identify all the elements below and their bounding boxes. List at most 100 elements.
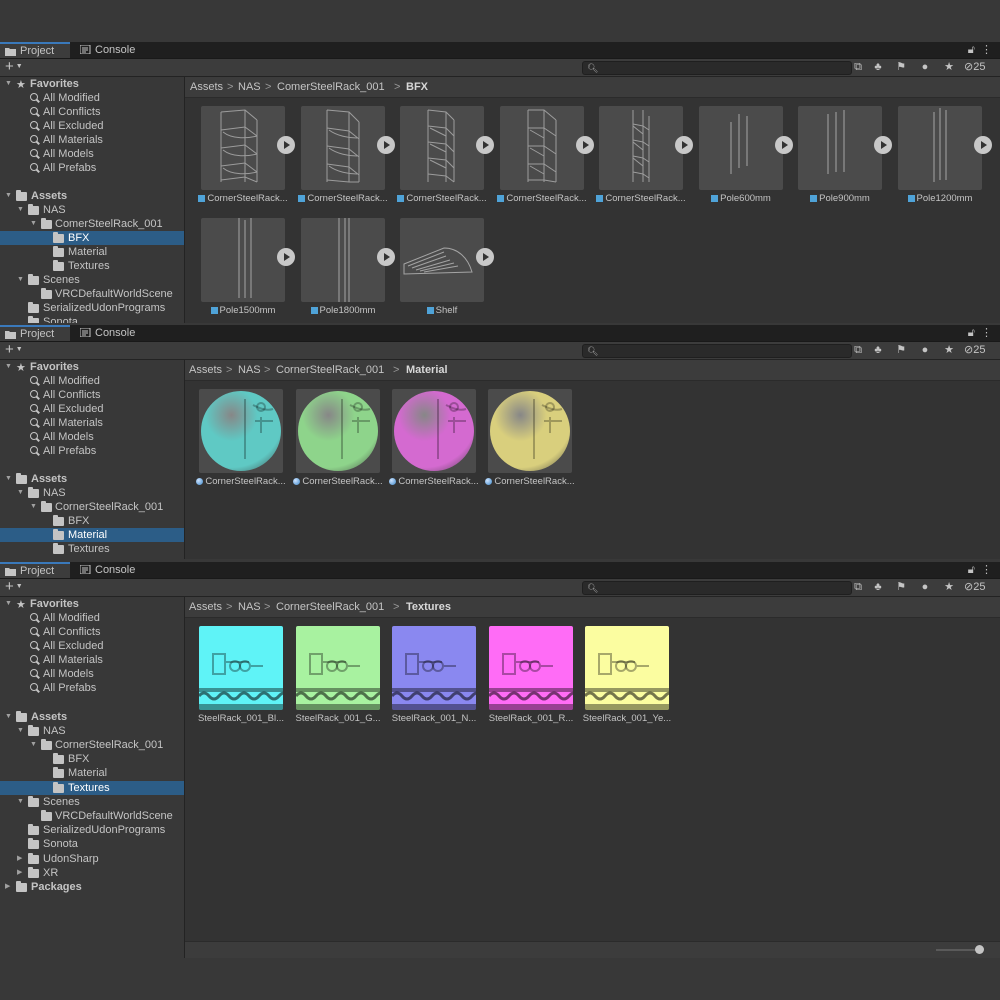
breadcrumb-item[interactable]: CornerSteelRack_001 — [276, 364, 384, 376]
hidden-packages-count[interactable]: ⊘25 — [964, 343, 985, 356]
tree-rack[interactable]: ▼ CornerSteelRack_001 — [0, 500, 184, 514]
tree-nas[interactable]: ▼ NAS — [0, 724, 184, 738]
breadcrumb-item[interactable]: Textures — [406, 601, 451, 613]
hidden-packages-count[interactable]: ⊘25 — [964, 580, 985, 593]
search-input[interactable]: 🔍︎ — [582, 581, 852, 595]
expand-arrow-icon[interactable]: ▼ — [5, 360, 13, 374]
play-preview-icon[interactable] — [476, 248, 494, 266]
tab-project[interactable]: Project — [0, 42, 70, 58]
tree-assets[interactable]: ▼ Assets — [0, 472, 184, 486]
log-types-icon[interactable]: ● — [918, 344, 932, 356]
breadcrumb-item[interactable]: BFX — [406, 81, 428, 93]
create-button[interactable]: + ▼ — [5, 342, 23, 358]
play-preview-icon[interactable] — [675, 136, 693, 154]
favorite-star-icon[interactable]: ★ — [942, 344, 956, 356]
tree-bfx[interactable]: BFX — [0, 514, 184, 528]
tree-fav-item[interactable]: All Excluded — [0, 402, 184, 416]
tab-project[interactable]: Project — [0, 325, 70, 341]
tree-fav-item[interactable]: All Models — [0, 667, 184, 681]
play-preview-icon[interactable] — [377, 248, 395, 266]
tree-fav-item[interactable]: All Prefabs — [0, 444, 184, 458]
zoom-slider[interactable] — [936, 945, 984, 954]
log-types-icon[interactable]: ● — [918, 61, 932, 73]
tab-project[interactable]: Project — [0, 562, 70, 578]
tree-rack[interactable]: ▼ CornerSteelRack_001 — [0, 738, 184, 752]
tab-console[interactable]: Console — [75, 562, 145, 578]
tree-material[interactable]: Material — [0, 245, 184, 259]
tree-scenes[interactable]: ▼ Scenes — [0, 273, 184, 287]
tree-fav-item[interactable]: All Models — [0, 430, 184, 444]
lock-icon[interactable]: 🔓︎ — [968, 564, 975, 576]
expand-arrow-icon[interactable]: ▼ — [17, 203, 25, 217]
breadcrumb-item[interactable]: Assets — [189, 601, 222, 613]
tree-fav-item[interactable]: All Modified — [0, 611, 184, 625]
filter-by-type-icon[interactable]: ♣ — [871, 344, 885, 356]
tree-scenes[interactable]: ▼ Scenes — [0, 795, 184, 809]
breadcrumb-item[interactable]: Material — [406, 364, 448, 376]
tree-fav-item[interactable]: All Conflicts — [0, 105, 184, 119]
tree-fav-item[interactable]: All Models — [0, 147, 184, 161]
tree-vrc-scene[interactable]: VRCDefaultWorldScene — [0, 809, 184, 823]
filter-by-label-icon[interactable]: ⚑ — [894, 344, 908, 356]
breadcrumb-item[interactable]: NAS — [238, 601, 261, 613]
filter-by-type-icon[interactable]: ♣ — [871, 61, 885, 73]
expand-arrow-icon[interactable]: ▼ — [17, 724, 25, 738]
favorite-star-icon[interactable]: ★ — [942, 61, 956, 73]
create-button[interactable]: + ▼ — [5, 59, 23, 75]
expand-arrow-icon[interactable]: ▼ — [30, 217, 38, 231]
search-by-type-icon[interactable]: ⧉ — [851, 344, 865, 356]
expand-arrow-icon[interactable]: ▼ — [5, 472, 13, 486]
tree-rack[interactable]: ▼ ComerSteelRack_001 — [0, 217, 184, 231]
tree-bfx[interactable]: BFX — [0, 752, 184, 766]
breadcrumb-item[interactable]: CornerSteelRack_001 — [276, 601, 384, 613]
tab-console[interactable]: Console — [75, 42, 145, 58]
tree-favorites[interactable]: ▼ ★ Favorites — [0, 597, 184, 611]
tree-xr[interactable]: ▶ XR — [0, 866, 184, 880]
tree-packages[interactable]: ▶ Packages — [0, 880, 184, 894]
tree-textures[interactable]: Textures — [0, 542, 184, 556]
lock-icon[interactable]: 🔓︎ — [968, 44, 975, 56]
play-preview-icon[interactable] — [874, 136, 892, 154]
play-preview-icon[interactable] — [377, 136, 395, 154]
tree-fav-item[interactable]: All Excluded — [0, 119, 184, 133]
tree-sonota[interactable]: Sonota — [0, 837, 184, 851]
search-by-type-icon[interactable]: ⧉ — [851, 61, 865, 73]
tree-fav-item[interactable]: All Modified — [0, 374, 184, 388]
more-menu-icon[interactable]: ⋮ — [981, 327, 992, 339]
zoom-slider-handle[interactable] — [975, 945, 984, 954]
tree-textures[interactable]: Textures — [0, 781, 184, 795]
hidden-packages-count[interactable]: ⊘25 — [964, 60, 985, 73]
expand-arrow-icon[interactable]: ▼ — [17, 795, 25, 809]
expand-arrow-icon[interactable]: ▼ — [30, 738, 38, 752]
breadcrumb-item[interactable]: NAS — [238, 81, 261, 93]
log-types-icon[interactable]: ● — [918, 581, 932, 593]
expand-arrow-icon[interactable]: ▶ — [17, 852, 25, 866]
play-preview-icon[interactable] — [476, 136, 494, 154]
breadcrumb-item[interactable]: Assets — [189, 364, 222, 376]
tree-nas[interactable]: ▼ NAS — [0, 203, 184, 217]
tree-nas[interactable]: ▼ NAS — [0, 486, 184, 500]
tree-textures[interactable]: Textures — [0, 259, 184, 273]
expand-arrow-icon[interactable]: ▼ — [17, 273, 25, 287]
tree-assets[interactable]: ▼ Assets — [0, 710, 184, 724]
tab-console[interactable]: Console — [75, 325, 145, 341]
filter-by-label-icon[interactable]: ⚑ — [894, 61, 908, 73]
breadcrumb-item[interactable]: ComerSteelRack_001 — [277, 81, 385, 93]
tree-fav-item[interactable]: All Materials — [0, 653, 184, 667]
tree-fav-item[interactable]: All Modified — [0, 91, 184, 105]
breadcrumb-item[interactable]: Assets — [190, 81, 223, 93]
filter-by-type-icon[interactable]: ♣ — [871, 581, 885, 593]
tree-fav-item[interactable]: All Excluded — [0, 639, 184, 653]
tree-assets[interactable]: ▼ Assets — [0, 189, 184, 203]
expand-arrow-icon[interactable]: ▼ — [5, 710, 13, 724]
tree-serialized[interactable]: SerializedUdonPrograms — [0, 823, 184, 837]
expand-arrow-icon[interactable]: ▼ — [5, 597, 13, 611]
expand-arrow-icon[interactable]: ▼ — [5, 189, 13, 203]
tree-material[interactable]: Material — [0, 528, 184, 542]
tree-udonsharp[interactable]: ▶ UdonSharp — [0, 852, 184, 866]
expand-arrow-icon[interactable]: ▶ — [17, 866, 25, 880]
expand-arrow-icon[interactable]: ▼ — [30, 500, 38, 514]
tree-sonota-cut[interactable]: Sonota — [0, 315, 184, 323]
search-input[interactable]: 🔍︎ — [582, 344, 852, 358]
expand-arrow-icon[interactable]: ▼ — [17, 486, 25, 500]
